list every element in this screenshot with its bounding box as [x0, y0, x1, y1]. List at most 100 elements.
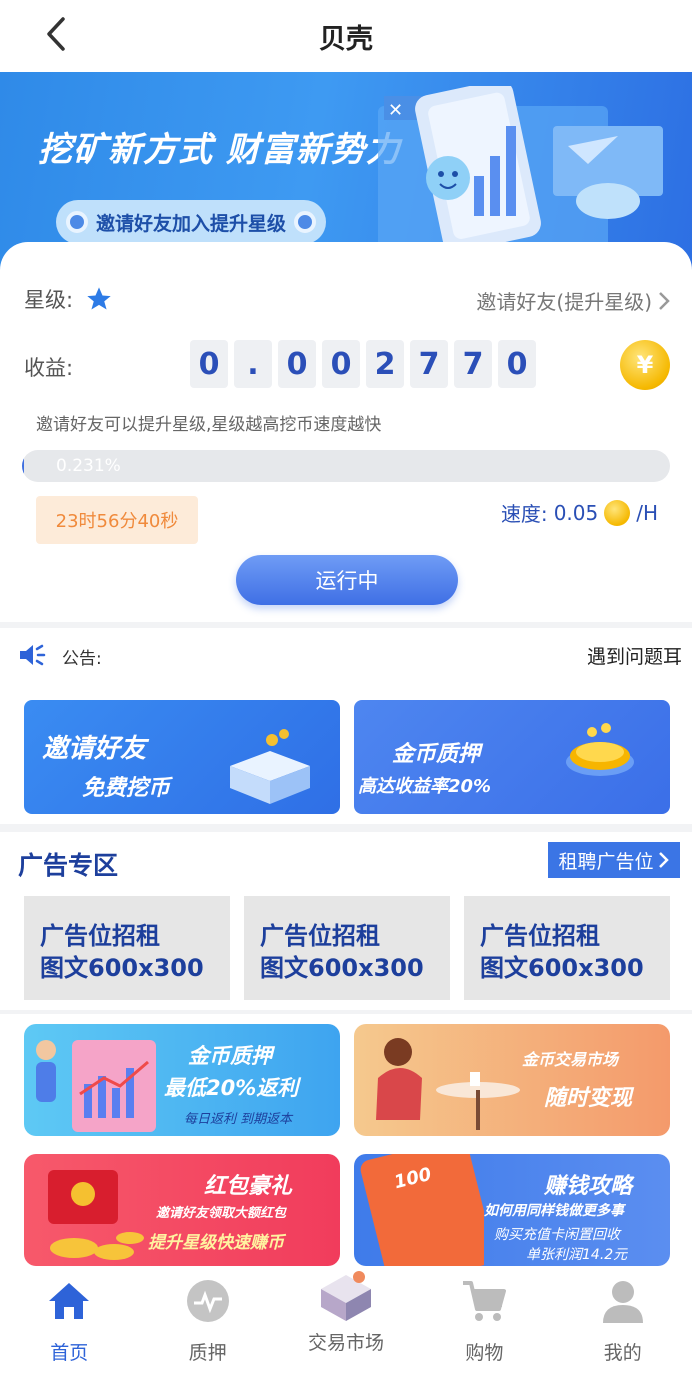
ad-slot-title: 广告位招租: [260, 922, 380, 950]
tile-title: 赚钱攻略: [544, 1174, 633, 1199]
promo-subtitle: 免费挖币: [82, 776, 171, 801]
announcement-label: 公告:: [62, 649, 102, 669]
ad-slot-title: 广告位招租: [40, 922, 160, 950]
earnings-digit: 0: [278, 340, 316, 388]
tab-pledge[interactable]: 质押: [138, 1268, 276, 1388]
chevron-right-icon: [658, 852, 669, 868]
tile-note: 购买充值卡闲置回收: [494, 1227, 620, 1243]
mining-progress-bar: 0.231%: [22, 450, 670, 482]
tile-note: 单张利润14.2元: [526, 1247, 628, 1263]
tile-subtitle: 最低20%返利: [164, 1076, 299, 1100]
tile-title: 金币质押: [188, 1044, 272, 1068]
tile-note: 每日返利 到期返本: [184, 1112, 293, 1127]
ad-slot-size: 图文600x300: [260, 954, 424, 982]
pill-label: 邀请好友加入提升星级: [95, 212, 286, 235]
tab-home[interactable]: 首页: [0, 1268, 138, 1388]
back-button[interactable]: [36, 14, 76, 54]
tab-label: 交易市场: [307, 1332, 384, 1354]
red-packet-icon: [48, 1170, 144, 1260]
earnings-digit: 0: [190, 340, 228, 388]
promo-title: 金币质押: [392, 742, 481, 767]
user-icon: [600, 1278, 646, 1324]
market-icon: [315, 1268, 377, 1324]
coin-small-icon: [604, 499, 631, 526]
phone-chart-illustration: ✕: [378, 86, 663, 256]
earn-label: 收益:: [24, 356, 74, 380]
announcement-text: 遇到问题耳: [586, 646, 682, 668]
banner-invite-pill[interactable]: 邀请好友加入提升星级: [56, 200, 326, 244]
tab-shopping[interactable]: 购物: [415, 1268, 553, 1388]
gift-box-icon: [230, 729, 310, 804]
chevron-left-icon: [47, 17, 65, 51]
countdown-timer: 23时56分40秒: [36, 496, 198, 544]
pill-dot-icon: [294, 211, 316, 233]
tab-label: 质押: [188, 1342, 227, 1364]
lady-table-illustration: [376, 1038, 520, 1130]
promo-section: 邀请好友 免费挖币 金币质押 高达收益率20%: [0, 682, 692, 824]
speed-value: 0.05: [553, 500, 599, 525]
page-title: 贝壳: [319, 23, 373, 55]
coin-staking-promo[interactable]: 金币质押 高达收益率20%: [354, 700, 670, 814]
mining-speed: 速度: 0.05 /H: [501, 498, 658, 527]
promo-subtitle: 高达收益率20%: [358, 776, 492, 797]
star-label: 星级:: [24, 288, 74, 312]
pill-dot-icon: [65, 211, 88, 233]
invite-friends-promo[interactable]: 邀请好友 免费挖币: [24, 700, 340, 814]
invite-friends-link[interactable]: 邀请好友(提升星级): [476, 286, 670, 315]
tab-label: 购物: [465, 1342, 504, 1364]
banner-slogan: 挖矿新方式 财富新势力: [38, 130, 401, 170]
tab-profile[interactable]: 我的: [554, 1268, 692, 1388]
speed-unit: /H: [636, 500, 658, 525]
tile-title: 红包豪礼: [204, 1174, 293, 1199]
coin-pot-icon: [566, 723, 634, 776]
chevron-right-icon: [659, 291, 670, 310]
page: 贝壳 挖矿新方式 财富新势力 邀请好友加入提升星级 ✕ 星级: 邀请好友(提升星…: [0, 0, 692, 1388]
ad-slot[interactable]: 广告位招租 图文600x300: [464, 896, 670, 1000]
market-tile[interactable]: 金币交易市场 随时变现: [354, 1024, 670, 1136]
ad-slot-size: 图文600x300: [40, 954, 204, 982]
ad-slot[interactable]: 广告位招租 图文600x300: [24, 896, 230, 1000]
earnings-digit: .: [234, 340, 272, 388]
pledge-icon: [185, 1278, 231, 1324]
announcement-bar[interactable]: 公告: 遇到问题耳: [0, 628, 692, 682]
earnings-counter: 0 . 0 0 2 7 7 0: [190, 340, 536, 388]
star-icon: [87, 287, 111, 310]
red-packet-tile[interactable]: 红包豪礼 邀请好友领取大额红包 提升星级快速赚币: [24, 1154, 340, 1266]
promo-title: 邀请好友: [42, 734, 147, 764]
earnings-digit: 2: [366, 340, 404, 388]
ad-zone-title: 广告专区: [18, 851, 119, 880]
tab-label: 我的: [603, 1342, 642, 1364]
tile-note: 提升星级快速赚币: [148, 1233, 284, 1253]
earnings-digit: 7: [454, 340, 492, 388]
tile-title: 金币交易市场: [522, 1050, 619, 1069]
ad-slot-size: 图文600x300: [480, 954, 644, 982]
tile-subtitle: 随时变现: [544, 1086, 633, 1111]
invite-friends-label: 邀请好友(提升星级): [476, 290, 652, 314]
tab-label: 首页: [50, 1342, 89, 1364]
star-hint-text: 邀请好友可以提升星级,星级越高挖币速度越快: [36, 415, 382, 435]
rent-ad-label: 租聘广告位: [558, 850, 654, 873]
running-button[interactable]: 运行中: [236, 555, 458, 605]
star-row: 星级:: [24, 284, 113, 314]
tile-subtitle: 如何用同样钱做更多事: [484, 1203, 624, 1219]
coin-icon: ¥: [620, 340, 670, 390]
cart-icon: [461, 1278, 507, 1324]
tile-subtitle: 邀请好友领取大额红包: [156, 1206, 287, 1221]
tab-market[interactable]: 交易市场: [277, 1268, 415, 1388]
growth-chart-illustration: [36, 1040, 156, 1132]
rent-ad-button[interactable]: 租聘广告位: [548, 842, 680, 878]
top-nav: 贝壳: [0, 0, 692, 72]
svg-text:✕: ✕: [388, 100, 403, 121]
ad-slot-title: 广告位招租: [480, 922, 600, 950]
earnings-digit: 0: [322, 340, 360, 388]
home-icon: [46, 1278, 92, 1324]
earnings-digit: 7: [410, 340, 448, 388]
earn-row: 收益:: [24, 352, 73, 382]
mining-progress-text: 0.231%: [56, 456, 121, 476]
feature-tiles: 金币质押 最低20%返利 每日返利 到期返本 金币交易市场 随时变现 红包豪礼 …: [0, 1014, 692, 1274]
earning-guide-tile[interactable]: 100 赚钱攻略 如何用同样钱做更多事 购买充值卡闲置回收 单张利润14.2元: [354, 1154, 670, 1266]
ad-slot[interactable]: 广告位招租 图文600x300: [244, 896, 450, 1000]
earnings-digit: 0: [498, 340, 536, 388]
staking-tile[interactable]: 金币质押 最低20%返利 每日返利 到期返本: [24, 1024, 340, 1136]
speaker-icon: [20, 644, 46, 666]
